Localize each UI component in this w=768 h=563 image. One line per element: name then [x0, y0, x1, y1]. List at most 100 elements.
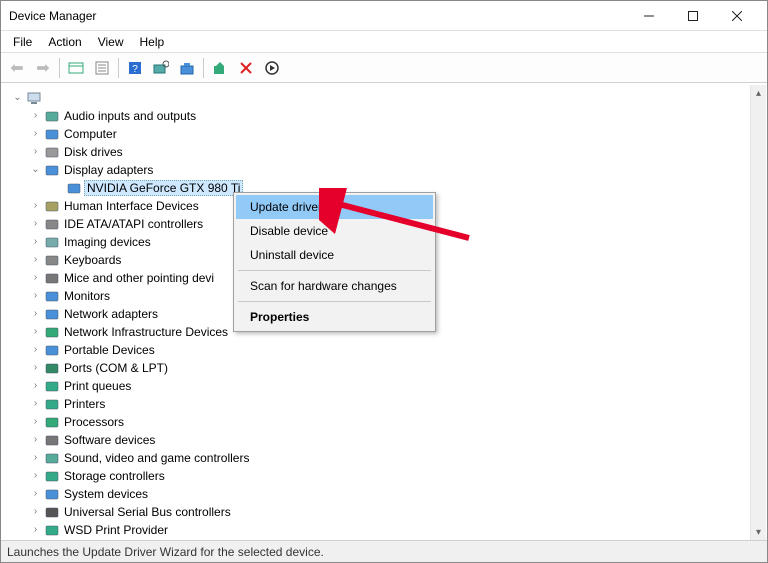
chevron-icon[interactable]: ›: [29, 219, 42, 229]
category-label: Portable Devices: [62, 343, 157, 357]
chevron-icon[interactable]: ›: [29, 507, 42, 517]
menu-view[interactable]: View: [90, 33, 132, 51]
computer-icon: [26, 90, 42, 106]
category-label: Display adapters: [62, 163, 155, 177]
tree-category[interactable]: ⌄ Display adapters: [7, 161, 763, 179]
close-button[interactable]: [715, 1, 759, 30]
chevron-icon[interactable]: ›: [29, 147, 42, 157]
context-update-driver[interactable]: Update driver: [236, 195, 433, 219]
tree-category[interactable]: ›Storage controllers: [7, 467, 763, 485]
enable-device-button[interactable]: [208, 56, 232, 80]
device-icon: [44, 162, 60, 178]
tree-category[interactable]: ›Disk drives: [7, 143, 763, 161]
chevron-icon[interactable]: ›: [29, 399, 42, 409]
chevron-icon[interactable]: ›: [29, 471, 42, 481]
chevron-icon[interactable]: ›: [29, 435, 42, 445]
device-icon: [44, 432, 60, 448]
statusbar: Launches the Update Driver Wizard for th…: [1, 540, 767, 562]
category-label: Sound, video and game controllers: [62, 451, 251, 465]
chevron-icon[interactable]: ›: [29, 291, 42, 301]
device-icon: [44, 216, 60, 232]
context-separator: [238, 270, 431, 271]
minimize-button[interactable]: [627, 1, 671, 30]
tree-category[interactable]: › System devices: [7, 485, 763, 503]
chevron-icon[interactable]: ›: [29, 453, 42, 463]
tree-category[interactable]: ›Audio inputs and outputs: [7, 107, 763, 125]
tree-category[interactable]: ›Universal Serial Bus controllers: [7, 503, 763, 521]
device-icon: [44, 414, 60, 430]
device-icon: [44, 252, 60, 268]
toolbar: ⬅ ➡ ?: [1, 53, 767, 83]
scan-hardware-button[interactable]: [149, 56, 173, 80]
device-icon: [44, 144, 60, 160]
device-icon: [44, 342, 60, 358]
device-icon: [66, 180, 82, 196]
status-text: Launches the Update Driver Wizard for th…: [7, 545, 324, 559]
tree-category[interactable]: › Sound, video and game controllers: [7, 449, 763, 467]
chevron-icon[interactable]: ›: [29, 273, 42, 283]
titlebar: Device Manager: [1, 1, 767, 31]
device-icon: [44, 270, 60, 286]
chevron-icon[interactable]: ›: [29, 309, 42, 319]
tree-category[interactable]: › Printers: [7, 395, 763, 413]
category-label: Print queues: [62, 379, 133, 393]
context-properties[interactable]: Properties: [236, 305, 433, 329]
properties-button[interactable]: [90, 56, 114, 80]
device-icon: [44, 486, 60, 502]
tree-category[interactable]: ›Processors: [7, 413, 763, 431]
tree-category[interactable]: ›Ports (COM & LPT): [7, 359, 763, 377]
category-label: Network Infrastructure Devices: [62, 325, 230, 339]
menu-file[interactable]: File: [5, 33, 40, 51]
context-separator: [238, 301, 431, 302]
help-button[interactable]: ?: [123, 56, 147, 80]
device-icon: [44, 108, 60, 124]
chevron-icon[interactable]: ›: [29, 201, 42, 211]
tree-category[interactable]: › Software devices: [7, 431, 763, 449]
uninstall-device-button[interactable]: [234, 56, 258, 80]
window-title: Device Manager: [9, 9, 627, 23]
chevron-icon[interactable]: ›: [29, 363, 42, 373]
update-driver-button[interactable]: [175, 56, 199, 80]
tree-root[interactable]: ⌄: [7, 89, 763, 107]
device-icon: [44, 288, 60, 304]
scrollbar-vertical[interactable]: ▴ ▾: [750, 85, 766, 540]
disable-device-button[interactable]: [260, 56, 284, 80]
back-button[interactable]: ⬅: [5, 56, 29, 80]
menu-action[interactable]: Action: [40, 33, 89, 51]
tree-category[interactable]: › Print queues: [7, 377, 763, 395]
maximize-button[interactable]: [671, 1, 715, 30]
forward-button[interactable]: ➡: [31, 56, 55, 80]
chevron-down-icon[interactable]: ⌄: [11, 93, 24, 103]
device-label: NVIDIA GeForce GTX 980 Ti: [84, 180, 243, 196]
chevron-icon[interactable]: ›: [29, 237, 42, 247]
tree-category[interactable]: › Portable Devices: [7, 341, 763, 359]
chevron-icon[interactable]: ›: [29, 255, 42, 265]
category-label: Printers: [62, 397, 107, 411]
category-label: System devices: [62, 487, 150, 501]
device-icon: [44, 198, 60, 214]
show-hidden-button[interactable]: [64, 56, 88, 80]
context-scan-hardware[interactable]: Scan for hardware changes: [236, 274, 433, 298]
chevron-icon[interactable]: ›: [29, 525, 42, 535]
chevron-icon[interactable]: ›: [29, 489, 42, 499]
tree-category[interactable]: › Computer: [7, 125, 763, 143]
category-label: Computer: [62, 127, 119, 141]
device-icon: [44, 396, 60, 412]
menu-help[interactable]: Help: [132, 33, 173, 51]
chevron-icon[interactable]: ⌄: [29, 165, 42, 175]
category-label: Software devices: [62, 433, 157, 447]
chevron-icon[interactable]: ›: [29, 381, 42, 391]
scroll-up-icon[interactable]: ▴: [756, 85, 761, 101]
category-label: Mice and other pointing devi: [62, 271, 216, 285]
device-icon: [44, 450, 60, 466]
chevron-icon[interactable]: ›: [29, 345, 42, 355]
context-disable-device[interactable]: Disable device: [236, 219, 433, 243]
tree-category[interactable]: ›WSD Print Provider: [7, 521, 763, 539]
chevron-icon[interactable]: ›: [29, 111, 42, 121]
scroll-down-icon[interactable]: ▾: [756, 524, 761, 540]
chevron-icon[interactable]: ›: [29, 417, 42, 427]
chevron-icon[interactable]: ›: [29, 327, 42, 337]
chevron-icon[interactable]: ›: [29, 129, 42, 139]
category-label: Network adapters: [62, 307, 160, 321]
context-uninstall-device[interactable]: Uninstall device: [236, 243, 433, 267]
